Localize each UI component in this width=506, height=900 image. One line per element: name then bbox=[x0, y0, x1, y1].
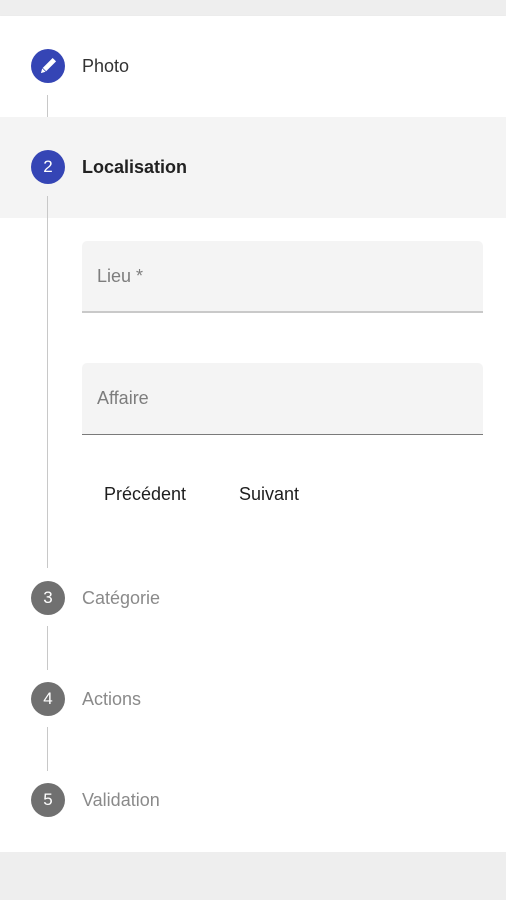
step-categorie-header[interactable]: 3 Catégorie bbox=[0, 548, 506, 649]
stepper-card: Photo 2 Localisation Précédent Suivant 3… bbox=[0, 16, 506, 852]
step-validation-header[interactable]: 5 Validation bbox=[0, 750, 506, 851]
step-localisation-label: Localisation bbox=[82, 157, 188, 177]
step-number-3: 3 bbox=[31, 581, 65, 615]
lieu-field[interactable] bbox=[82, 241, 483, 313]
previous-button[interactable]: Précédent bbox=[94, 474, 196, 514]
step-actions-label: Actions bbox=[82, 689, 142, 709]
step-photo-header[interactable]: Photo bbox=[0, 16, 506, 117]
pencil-icon-svg bbox=[40, 57, 57, 74]
step-validation-label: Validation bbox=[82, 790, 160, 810]
step-photo-label: Photo bbox=[82, 56, 130, 76]
affaire-input[interactable] bbox=[82, 363, 483, 434]
top-background bbox=[0, 0, 506, 16]
step-actions-header[interactable]: 4 Actions bbox=[0, 649, 506, 750]
bottom-background bbox=[0, 852, 506, 900]
affaire-field[interactable] bbox=[82, 363, 483, 435]
step-connector-2 bbox=[47, 196, 48, 568]
step-localisation-header[interactable]: 2 Localisation bbox=[0, 117, 506, 218]
step-number-4: 4 bbox=[31, 682, 65, 716]
pencil-icon bbox=[31, 49, 65, 83]
step-number-2: 2 bbox=[31, 150, 65, 184]
lieu-input[interactable] bbox=[82, 241, 483, 311]
step-categorie-label: Catégorie bbox=[82, 588, 161, 608]
next-button[interactable]: Suivant bbox=[229, 474, 309, 514]
step-number-5: 5 bbox=[31, 783, 65, 817]
